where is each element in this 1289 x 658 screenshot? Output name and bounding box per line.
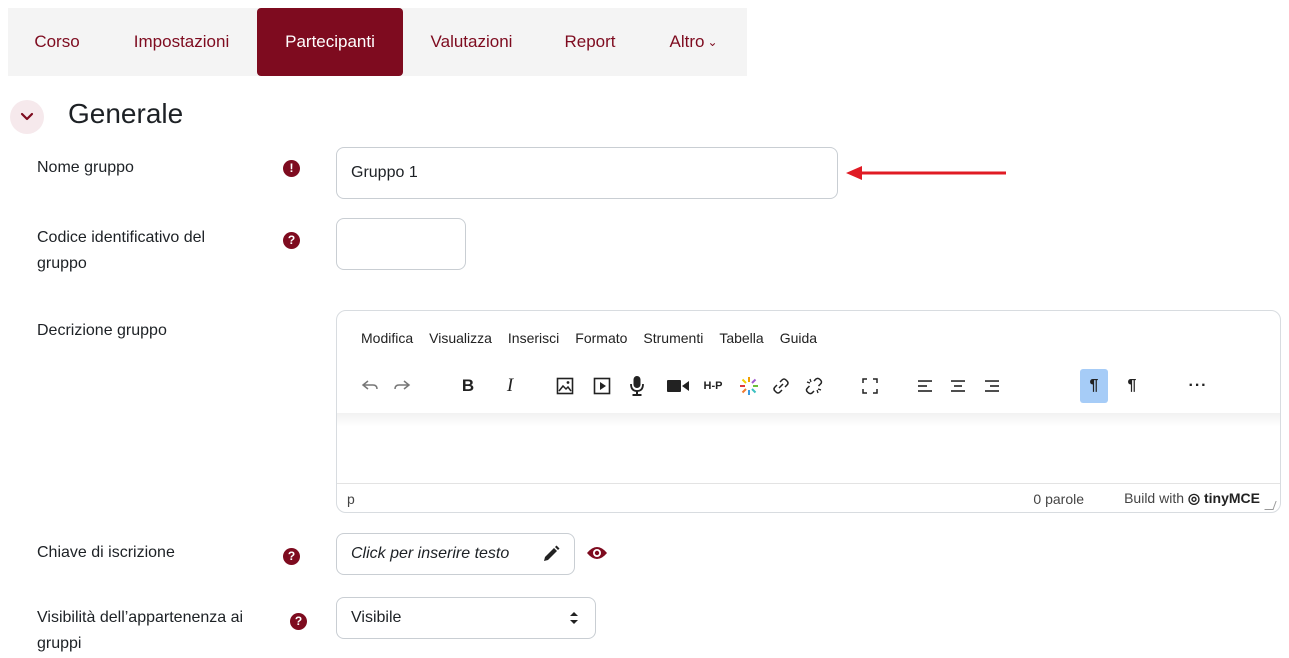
italic-icon[interactable]: I xyxy=(496,369,524,403)
align-center-icon[interactable] xyxy=(944,369,972,403)
enrolment-key-label: Chiave di iscrizione xyxy=(37,544,175,561)
group-id-label-line1: Codice identificativo del xyxy=(37,229,206,246)
section-title: Generale xyxy=(68,98,184,129)
editor-statusbar: p 0 parole Build with ◎ tinyMCE xyxy=(337,483,1280,512)
annotation-arrow xyxy=(846,166,1006,180)
group-id-label: Codice identificativo del gruppo xyxy=(37,225,205,277)
menu-guida[interactable]: Guida xyxy=(780,330,817,346)
media-icon[interactable] xyxy=(588,369,616,403)
image-icon[interactable] xyxy=(551,369,579,403)
question-icon[interactable]: ? xyxy=(283,232,300,249)
visibility-label-line2: gruppi xyxy=(37,635,82,652)
visibility-label-line1: Visibilità dell’appartenenza ai xyxy=(37,609,244,626)
tinymce-branding[interactable]: Build with ◎ tinyMCE xyxy=(1124,490,1260,507)
unlink-icon[interactable] xyxy=(800,369,828,403)
menu-strumenti[interactable]: Strumenti xyxy=(643,330,703,346)
menu-visualizza[interactable]: Visualizza xyxy=(429,330,492,346)
enrolment-key-input[interactable]: Click per inserire testo xyxy=(336,533,575,575)
word-count[interactable]: 0 parole xyxy=(1033,491,1084,507)
ltr-direction-icon[interactable]: ¶ xyxy=(1080,369,1108,403)
fullscreen-icon[interactable] xyxy=(856,369,884,403)
video-camera-icon[interactable] xyxy=(664,369,692,403)
tab-corso[interactable]: Corso xyxy=(8,8,106,76)
description-label: Decrizione gruppo xyxy=(37,322,167,339)
tab-report[interactable]: Report xyxy=(540,8,640,76)
resize-handle[interactable] xyxy=(1264,501,1277,510)
editor-content-area[interactable] xyxy=(337,413,1280,483)
chevron-down-icon xyxy=(20,112,34,121)
visibility-label: Visibilità dell’appartenenza ai gruppi xyxy=(37,605,243,657)
align-left-icon[interactable] xyxy=(911,369,939,403)
tab-partecipanti[interactable]: Partecipanti xyxy=(257,8,403,76)
section-collapse-toggle[interactable] xyxy=(10,100,44,134)
microphone-icon[interactable] xyxy=(623,369,651,403)
bold-icon[interactable]: B xyxy=(454,369,482,403)
more-icon[interactable]: ··· xyxy=(1184,369,1212,403)
menu-modifica[interactable]: Modifica xyxy=(361,330,413,346)
enrolment-key-placeholder: Click per inserire testo xyxy=(351,545,510,562)
brand-prefix: Build with xyxy=(1124,490,1184,506)
question-icon[interactable]: ? xyxy=(290,613,307,630)
tinymce-logo: ◎ tinyMCE xyxy=(1187,490,1260,506)
tab-altro-label: Altro xyxy=(669,32,705,51)
exclamation-icon: ! xyxy=(283,160,300,177)
editor-menubar: Modifica Visualizza Inserisci Formato Strume… xyxy=(361,330,833,346)
select-arrows-icon xyxy=(570,612,578,624)
element-path[interactable]: p xyxy=(347,491,355,507)
secondary-navigation: Corso Impostazioni Partecipanti Valutazi… xyxy=(8,8,747,76)
undo-icon[interactable] xyxy=(356,369,384,403)
group-name-label: Nome gruppo xyxy=(37,159,134,176)
rich-text-editor: Modifica Visualizza Inserisci Formato Strume… xyxy=(336,310,1281,513)
tab-impostazioni[interactable]: Impostazioni xyxy=(106,8,257,76)
redo-icon[interactable] xyxy=(388,369,416,403)
question-icon[interactable]: ? xyxy=(283,548,300,565)
pencil-icon xyxy=(544,545,560,561)
group-id-input[interactable] xyxy=(336,218,466,270)
brand-name: tinyMCE xyxy=(1204,490,1260,506)
menu-tabella[interactable]: Tabella xyxy=(719,330,763,346)
eye-icon[interactable] xyxy=(586,545,608,561)
group-name-input[interactable] xyxy=(336,147,838,199)
chevron-down-icon: ⌄ xyxy=(707,35,718,49)
tab-altro[interactable]: Altro ⌄ xyxy=(640,8,747,76)
visibility-selected-value: Visibile xyxy=(351,609,402,626)
menu-formato[interactable]: Formato xyxy=(575,330,627,346)
sparkle-icon[interactable] xyxy=(735,369,763,403)
tab-valutazioni[interactable]: Valutazioni xyxy=(403,8,540,76)
menu-inserisci[interactable]: Inserisci xyxy=(508,330,559,346)
rtl-direction-icon[interactable]: ¶ xyxy=(1118,369,1146,403)
h5p-icon[interactable]: H-P xyxy=(699,369,727,403)
align-right-icon[interactable] xyxy=(978,369,1006,403)
visibility-select[interactable]: Visibile xyxy=(336,597,596,639)
link-icon[interactable] xyxy=(767,369,795,403)
group-id-label-line2: gruppo xyxy=(37,255,87,272)
